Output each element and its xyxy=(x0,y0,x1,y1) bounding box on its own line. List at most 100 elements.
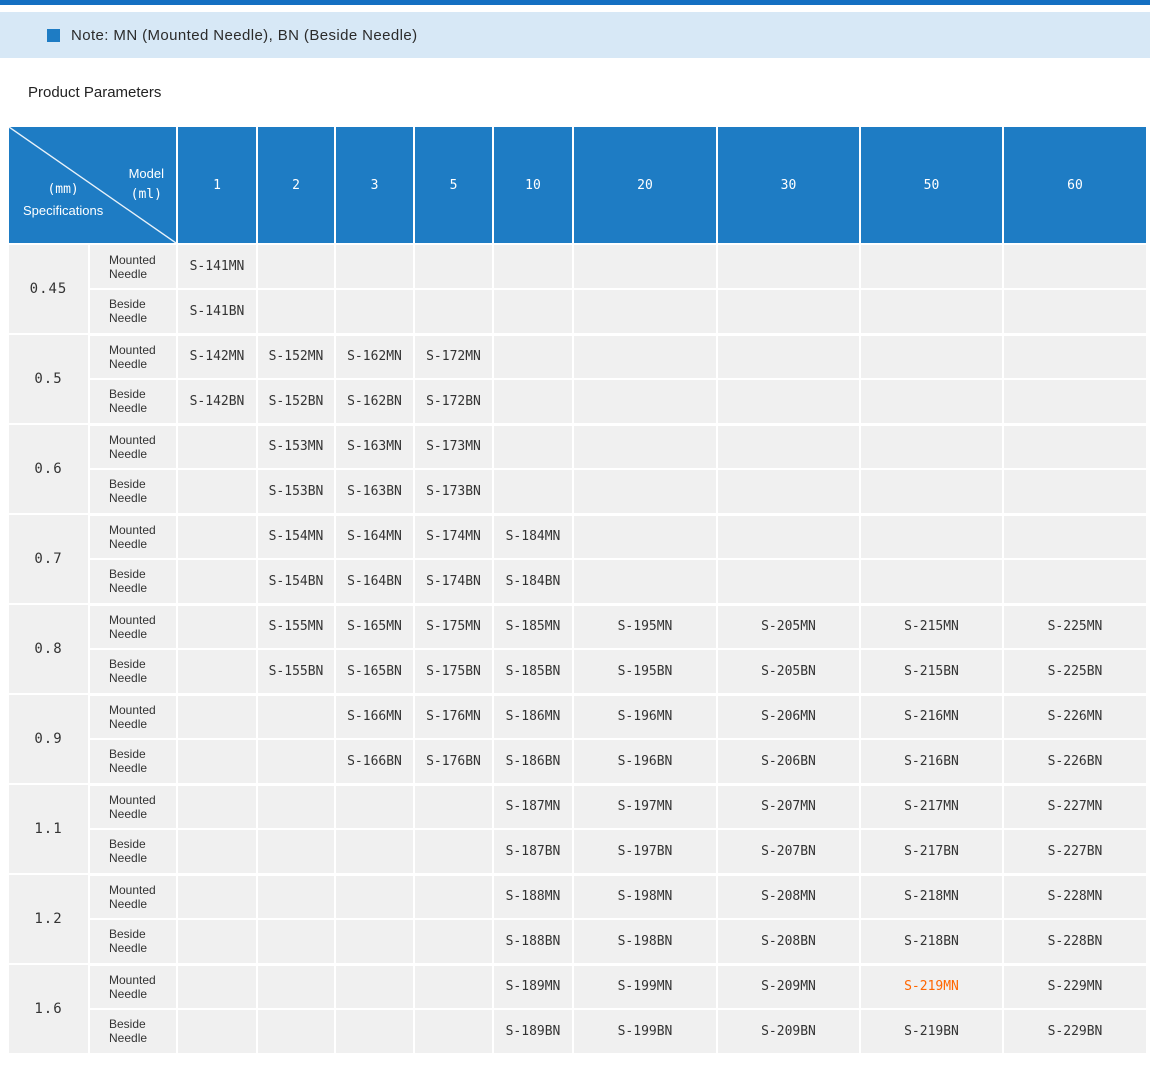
model-cell: S-205MN xyxy=(717,604,860,649)
model-cell: S-187BN xyxy=(493,829,573,874)
empty-cell xyxy=(177,514,257,559)
table-row: 0.5Mounted NeedleS-142MNS-152MNS-162MNS-… xyxy=(8,334,1147,379)
empty-cell xyxy=(414,919,493,964)
empty-cell xyxy=(177,739,257,784)
model-cell: S-206MN xyxy=(717,694,860,739)
table-header-row: Model (ml) (mm) Specifications 123510203… xyxy=(8,126,1147,244)
empty-cell xyxy=(414,874,493,919)
model-cell: S-186MN xyxy=(493,694,573,739)
empty-cell xyxy=(860,559,1003,604)
mounted-needle-label: Mounted Needle xyxy=(89,604,177,649)
model-cell: S-209MN xyxy=(717,964,860,1009)
model-cell: S-189MN xyxy=(493,964,573,1009)
table-row: Beside NeedleS-142BNS-152BNS-162BNS-172B… xyxy=(8,379,1147,424)
empty-cell xyxy=(1003,514,1147,559)
empty-cell xyxy=(573,469,717,514)
model-cell: S-226MN xyxy=(1003,694,1147,739)
note-text: Note: MN (Mounted Needle), BN (Beside Ne… xyxy=(71,27,417,44)
model-cell: S-172BN xyxy=(414,379,493,424)
empty-cell xyxy=(573,244,717,289)
model-cell: S-216BN xyxy=(860,739,1003,784)
corner-model-label: Model xyxy=(129,163,164,184)
model-cell: S-186BN xyxy=(493,739,573,784)
empty-cell xyxy=(493,289,573,334)
model-cell: S-196MN xyxy=(573,694,717,739)
model-cell: S-197BN xyxy=(573,829,717,874)
model-cell: S-175BN xyxy=(414,649,493,694)
empty-cell xyxy=(177,784,257,829)
empty-cell xyxy=(1003,244,1147,289)
table-row: 1.1Mounted NeedleS-187MNS-197MNS-207MNS-… xyxy=(8,784,1147,829)
empty-cell xyxy=(414,1009,493,1054)
model-cell: S-165MN xyxy=(335,604,414,649)
model-cell: S-142BN xyxy=(177,379,257,424)
table-row: Beside NeedleS-154BNS-164BNS-174BNS-184B… xyxy=(8,559,1147,604)
empty-cell xyxy=(1003,334,1147,379)
spec-cell: 1.1 xyxy=(8,784,89,874)
empty-cell xyxy=(860,289,1003,334)
empty-cell xyxy=(717,424,860,469)
empty-cell xyxy=(1003,289,1147,334)
empty-cell xyxy=(414,244,493,289)
model-cell: S-164MN xyxy=(335,514,414,559)
empty-cell xyxy=(177,469,257,514)
empty-cell xyxy=(717,289,860,334)
mounted-needle-label: Mounted Needle xyxy=(89,964,177,1009)
empty-cell xyxy=(257,739,335,784)
beside-needle-label: Beside Needle xyxy=(89,919,177,964)
spec-cell: 0.5 xyxy=(8,334,89,424)
table-row: Beside NeedleS-153BNS-163BNS-173BN xyxy=(8,469,1147,514)
column-header-1: 1 xyxy=(177,126,257,244)
empty-cell xyxy=(414,289,493,334)
model-cell: S-173BN xyxy=(414,469,493,514)
empty-cell xyxy=(1003,379,1147,424)
mounted-needle-label: Mounted Needle xyxy=(89,784,177,829)
model-cell: S-154MN xyxy=(257,514,335,559)
model-cell: S-225BN xyxy=(1003,649,1147,694)
empty-cell xyxy=(573,559,717,604)
note-bullet-icon xyxy=(47,29,60,42)
model-cell: S-166BN xyxy=(335,739,414,784)
model-cell: S-155MN xyxy=(257,604,335,649)
empty-cell xyxy=(177,694,257,739)
empty-cell xyxy=(257,289,335,334)
empty-cell xyxy=(414,829,493,874)
empty-cell xyxy=(414,964,493,1009)
empty-cell xyxy=(493,424,573,469)
empty-cell xyxy=(257,964,335,1009)
model-cell: S-197MN xyxy=(573,784,717,829)
model-cell: S-188BN xyxy=(493,919,573,964)
note-banner: Note: MN (Mounted Needle), BN (Beside Ne… xyxy=(0,12,1150,58)
model-cell: S-188MN xyxy=(493,874,573,919)
model-cell: S-175MN xyxy=(414,604,493,649)
column-header-20: 20 xyxy=(573,126,717,244)
empty-cell xyxy=(177,649,257,694)
beside-needle-label: Beside Needle xyxy=(89,289,177,334)
model-cell: S-174BN xyxy=(414,559,493,604)
model-cell: S-163BN xyxy=(335,469,414,514)
empty-cell xyxy=(493,244,573,289)
beside-needle-label: Beside Needle xyxy=(89,1009,177,1054)
mounted-needle-label: Mounted Needle xyxy=(89,514,177,559)
mounted-needle-label: Mounted Needle xyxy=(89,334,177,379)
empty-cell xyxy=(860,469,1003,514)
product-parameters-table: Model (ml) (mm) Specifications 123510203… xyxy=(7,125,1146,1056)
model-cell: S-152MN xyxy=(257,334,335,379)
empty-cell xyxy=(257,829,335,874)
model-cell: S-162MN xyxy=(335,334,414,379)
column-header-3: 3 xyxy=(335,126,414,244)
empty-cell xyxy=(177,874,257,919)
empty-cell xyxy=(493,334,573,379)
model-cell: S-185MN xyxy=(493,604,573,649)
column-header-2: 2 xyxy=(257,126,335,244)
empty-cell xyxy=(860,244,1003,289)
model-cell: S-229BN xyxy=(1003,1009,1147,1054)
model-cell: S-198MN xyxy=(573,874,717,919)
model-cell: S-165BN xyxy=(335,649,414,694)
model-cell: S-228MN xyxy=(1003,874,1147,919)
beside-needle-label: Beside Needle xyxy=(89,469,177,514)
empty-cell xyxy=(257,244,335,289)
model-cell: S-174MN xyxy=(414,514,493,559)
model-cell: S-185BN xyxy=(493,649,573,694)
corner-spec-label: Specifications xyxy=(23,200,103,221)
